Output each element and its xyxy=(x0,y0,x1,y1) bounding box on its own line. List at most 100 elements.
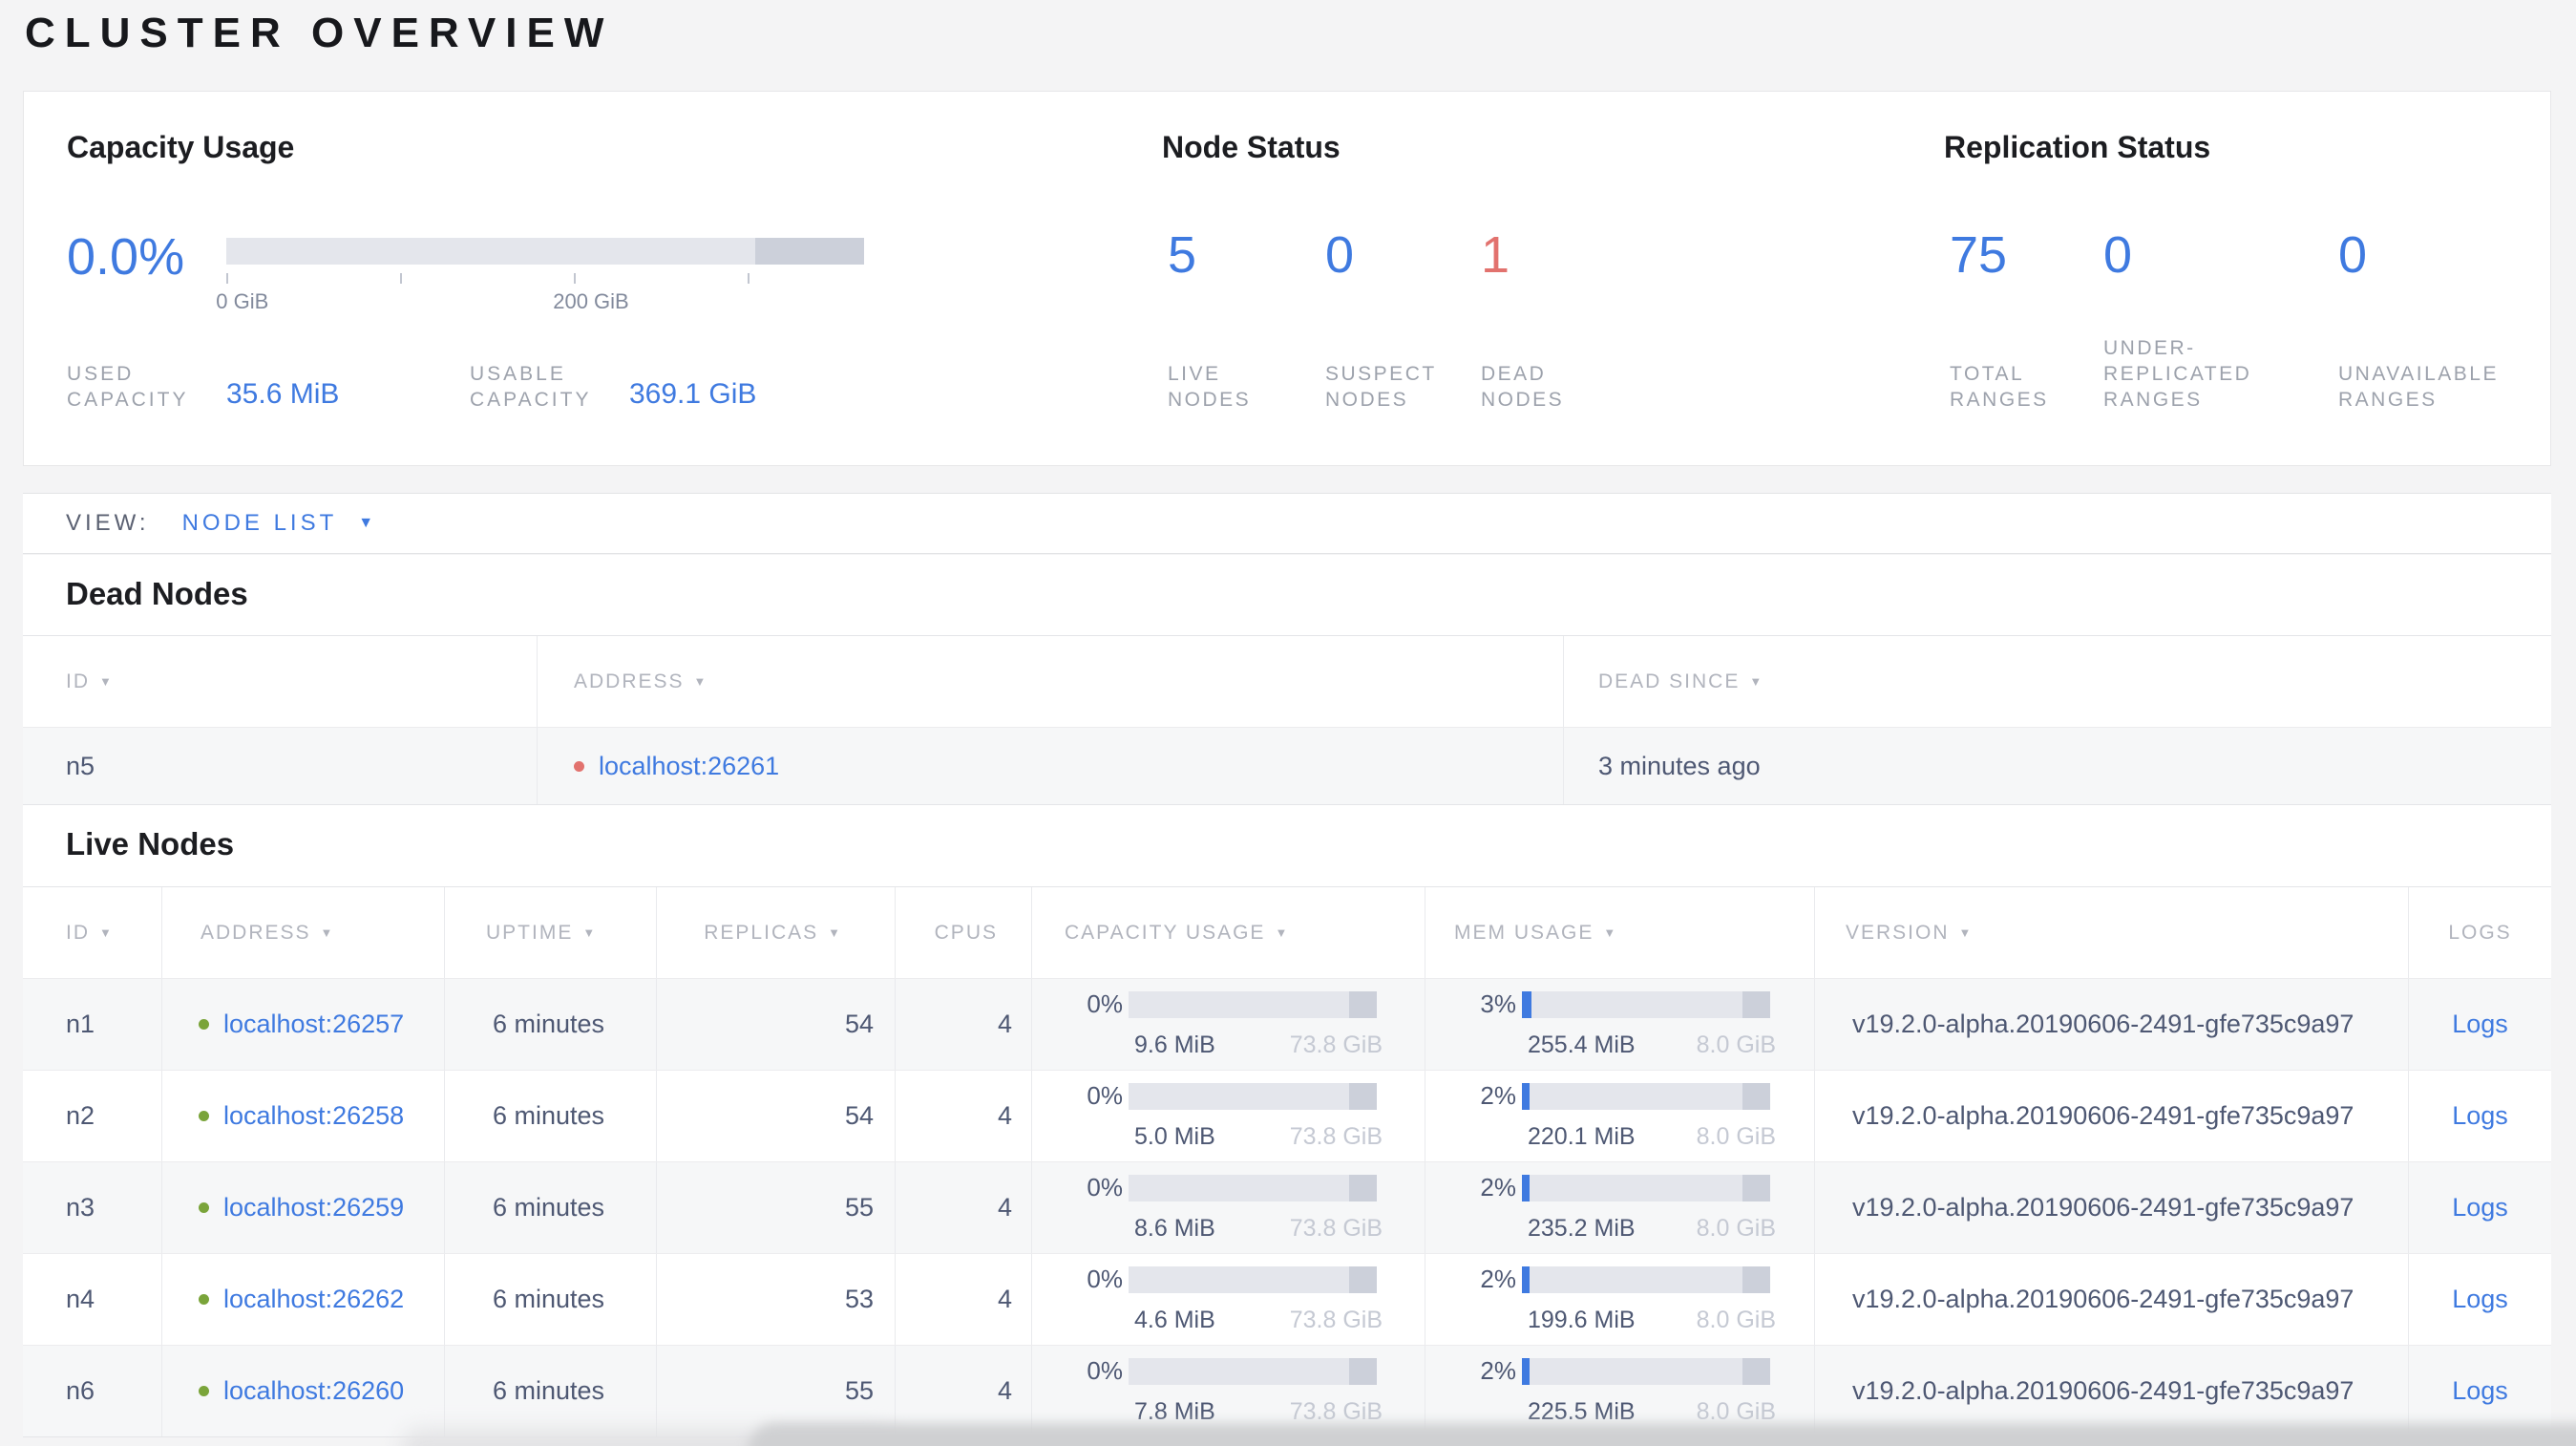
table-row: n4 localhost:26262 6 minutes 53 4 0% 4.6… xyxy=(23,1253,2551,1345)
mem-used-value: 255.4 MiB xyxy=(1528,1031,1636,1058)
sort-arrow-icon: ▼ xyxy=(1958,925,1974,940)
node-uptime: 6 minutes xyxy=(445,1162,657,1253)
mem-total-value: 8.0 GiB xyxy=(1696,1307,1776,1333)
node-cpus: 4 xyxy=(896,1254,1032,1345)
node-cpus: 4 xyxy=(896,979,1032,1070)
mem-total-value: 8.0 GiB xyxy=(1696,1215,1776,1242)
column-header-mem-usage[interactable]: MEM USAGE ▼ xyxy=(1425,887,1815,978)
node-address-link[interactable]: localhost:26257 xyxy=(223,1010,404,1039)
sort-arrow-icon: ▼ xyxy=(693,674,708,689)
node-id: n2 xyxy=(23,1071,162,1161)
node-id: n4 xyxy=(23,1254,162,1345)
used-capacity-label: USED CAPACITY xyxy=(67,363,189,411)
capacity-total-value: 73.8 GiB xyxy=(1289,1307,1383,1333)
capacity-percent: 0% xyxy=(1087,1081,1123,1110)
node-cpus: 4 xyxy=(896,1071,1032,1161)
sort-arrow-icon: ▼ xyxy=(99,674,114,689)
replication-status-heading: Replication Status xyxy=(1944,130,2211,164)
node-id: n3 xyxy=(23,1162,162,1253)
column-header-id[interactable]: ID ▼ xyxy=(23,636,538,727)
live-nodes-table: ID ▼ ADDRESS ▼ UPTIME ▼ REPLICAS ▼ CPUS CAPA… xyxy=(23,886,2551,1437)
node-logs-cell: Logs xyxy=(2409,1254,2551,1345)
nodes-content: Dead Nodes ID ▼ ADDRESS ▼ DEAD SINCE ▼ n5 l… xyxy=(23,555,2551,1437)
capacity-percent: 0% xyxy=(1087,989,1123,1018)
view-label: VIEW: xyxy=(66,510,150,536)
node-address-link[interactable]: localhost:26260 xyxy=(223,1376,404,1406)
chevron-down-icon: ▼ xyxy=(358,515,374,531)
logs-link[interactable]: Logs xyxy=(2452,1010,2508,1039)
view-selector-dropdown[interactable]: NODE LIST ▼ xyxy=(182,510,374,537)
node-address-link[interactable]: localhost:26258 xyxy=(223,1101,404,1131)
capacity-axis: 0 GiB 200 GiB xyxy=(216,273,864,316)
node-mem-usage-cell: 2% 220.1 MiB 8.0 GiB xyxy=(1425,1071,1815,1161)
mem-bar xyxy=(1522,1265,1770,1293)
sort-arrow-icon: ▼ xyxy=(582,925,598,940)
usable-capacity-value: 369.1 GiB xyxy=(629,378,757,410)
capacity-bar xyxy=(1129,1174,1377,1201)
mem-used-value: 225.5 MiB xyxy=(1528,1398,1636,1425)
column-header-version[interactable]: VERSION ▼ xyxy=(1815,887,2409,978)
under-replicated-count: 0 xyxy=(2103,226,2133,284)
column-header-replicas[interactable]: REPLICAS ▼ xyxy=(657,887,896,978)
column-header-capacity-usage[interactable]: CAPACITY USAGE ▼ xyxy=(1032,887,1425,978)
column-header-address[interactable]: ADDRESS ▼ xyxy=(538,636,1564,727)
node-replicas: 53 xyxy=(657,1254,896,1345)
node-id: n5 xyxy=(23,728,538,804)
node-capacity-usage-cell: 0% 4.6 MiB 73.8 GiB xyxy=(1032,1254,1425,1345)
node-id: n1 xyxy=(23,979,162,1070)
node-version: v19.2.0-alpha.20190606-2491-gfe735c9a97 xyxy=(1815,1071,2409,1161)
node-mem-usage-cell: 2% 199.6 MiB 8.0 GiB xyxy=(1425,1254,1815,1345)
node-version: v19.2.0-alpha.20190606-2491-gfe735c9a97 xyxy=(1815,1254,2409,1345)
capacity-total-value: 73.8 GiB xyxy=(1289,1123,1383,1150)
live-status-dot-icon xyxy=(199,1386,209,1396)
capacity-bar xyxy=(1129,1265,1377,1293)
unavailable-label: UNAVAILABLE RANGES xyxy=(2338,363,2499,411)
capacity-used-value: 9.6 MiB xyxy=(1134,1031,1215,1058)
suspect-nodes-label: SUSPECT NODES xyxy=(1325,363,1437,411)
total-ranges-count: 75 xyxy=(1950,226,2008,284)
capacity-usage-bar xyxy=(226,238,864,265)
column-header-dead-since[interactable]: DEAD SINCE ▼ xyxy=(1564,636,2551,727)
node-uptime: 6 minutes xyxy=(445,1254,657,1345)
node-cpus: 4 xyxy=(896,1162,1032,1253)
suspect-nodes-count: 0 xyxy=(1325,226,1355,284)
capacity-used-value: 4.6 MiB xyxy=(1134,1307,1215,1333)
axis-tick xyxy=(748,273,750,284)
node-version: v19.2.0-alpha.20190606-2491-gfe735c9a97 xyxy=(1815,1162,2409,1253)
logs-link[interactable]: Logs xyxy=(2452,1376,2508,1406)
logs-link[interactable]: Logs xyxy=(2452,1101,2508,1131)
axis-tick-label: 200 GiB xyxy=(553,289,629,313)
node-address-link[interactable]: localhost:26259 xyxy=(223,1193,404,1223)
node-address-cell: localhost:26258 xyxy=(162,1071,445,1161)
mem-bar xyxy=(1522,990,1770,1018)
table-row: n1 localhost:26257 6 minutes 54 4 0% 9.6… xyxy=(23,978,2551,1070)
capacity-bar-cap-segment xyxy=(755,238,864,265)
node-mem-usage-cell: 3% 255.4 MiB 8.0 GiB xyxy=(1425,979,1815,1070)
column-header-address[interactable]: ADDRESS ▼ xyxy=(162,887,445,978)
table-row: n5 localhost:26261 3 minutes ago xyxy=(23,727,2551,804)
capacity-total-value: 73.8 GiB xyxy=(1289,1398,1383,1425)
under-replicated-label: UNDER-REPLICATED RANGES xyxy=(2103,337,2252,411)
column-header-uptime[interactable]: UPTIME ▼ xyxy=(445,887,657,978)
mem-percent: 2% xyxy=(1480,1081,1516,1110)
page-title: CLUSTER OVERVIEW xyxy=(25,10,614,56)
live-status-dot-icon xyxy=(199,1111,209,1121)
logs-link[interactable]: Logs xyxy=(2452,1285,2508,1314)
node-address-link[interactable]: localhost:26261 xyxy=(599,752,779,781)
node-logs-cell: Logs xyxy=(2409,1162,2551,1253)
logs-link[interactable]: Logs xyxy=(2452,1193,2508,1223)
dead-nodes-count: 1 xyxy=(1481,226,1510,284)
live-nodes-header-row: ID ▼ ADDRESS ▼ UPTIME ▼ REPLICAS ▼ CPUS CAPA… xyxy=(23,887,2551,978)
mem-percent: 2% xyxy=(1480,1265,1516,1293)
column-header-id[interactable]: ID ▼ xyxy=(23,887,162,978)
dead-nodes-metric: 1 DEAD NODES xyxy=(1481,225,1610,413)
capacity-used-value: 5.0 MiB xyxy=(1134,1123,1215,1150)
sort-arrow-icon: ▼ xyxy=(1275,925,1290,940)
live-nodes-metric: 5 LIVE NODES xyxy=(1168,225,1297,413)
under-replicated-ranges-metric: 0 UNDER-REPLICATED RANGES xyxy=(2103,225,2299,413)
capacity-bar xyxy=(1129,1082,1377,1110)
axis-tick xyxy=(226,273,228,284)
node-address-link[interactable]: localhost:26262 xyxy=(223,1285,404,1314)
sort-arrow-icon: ▼ xyxy=(320,925,335,940)
mem-percent: 3% xyxy=(1480,989,1516,1018)
